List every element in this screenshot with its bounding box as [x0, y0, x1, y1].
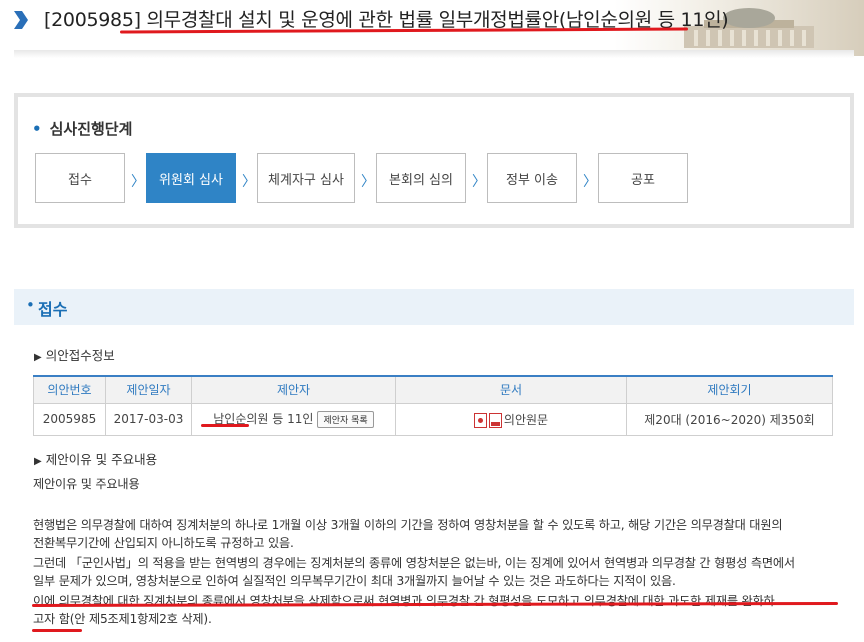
chevron-right-icon: 〉 [361, 174, 375, 190]
reason-line: 그런데 「군인사법」의 적용을 받는 현역병의 경우에는 징계처분의 종류에 영… [33, 556, 795, 570]
page-header: [2005985] 의무경찰대 설치 및 운영에 관한 법률 일부개정법률안(남… [0, 0, 864, 58]
col-session: 제안회기 [626, 375, 833, 404]
proposer-cell: 남인순의원 등 11인 제안자 목록 [191, 402, 396, 436]
session-cell: 제20대 (2016~2020) 제350회 [626, 402, 833, 436]
section-header: • 접수 [14, 289, 854, 325]
reason-line: 현행법은 의무경찰에 대하여 징계처분의 하나로 1개월 이상 3개월 이하의 … [33, 518, 783, 532]
bill-no-cell: 2005985 [33, 402, 106, 436]
col-bill-no: 의안번호 [33, 375, 106, 404]
table-row: 2005985 2017-03-03 남인순의원 등 11인 제안자 목록 의안원… [33, 402, 833, 436]
stage-step-committee-review[interactable]: 위원회 심사 [146, 153, 236, 203]
reason-line: 일부 문제가 있으며, 영창처분으로 인하여 실질적인 의무복무기간이 최대 3… [33, 574, 676, 588]
proposer-highlight-underline [201, 424, 249, 427]
receipt-info-label: ▶ 의안접수정보 [34, 348, 115, 363]
stage-panel-title: • 심사진행단계 [32, 120, 133, 138]
col-document: 문서 [395, 375, 627, 404]
document-link[interactable]: 의안원문 [504, 413, 548, 427]
pdf-file-icon[interactable] [488, 412, 502, 428]
reason-line: 고자 함(안 제5조제1항제2호 삭제). [33, 612, 212, 626]
chevron-right-icon: 〉 [583, 174, 597, 190]
stage-step-promulgation[interactable]: 공포 [598, 153, 688, 203]
col-date: 제안일자 [105, 375, 192, 404]
reason-label: ▶ 제안이유 및 주요내용 [34, 452, 158, 467]
review-stage-panel: • 심사진행단계 접수 〉 위원회 심사 〉 체계자구 심사 〉 본회의 심의 〉… [14, 93, 854, 228]
receipt-info-table: 의안번호 제안일자 제안자 문서 제안회기 2005985 2017-03-03… [33, 375, 833, 436]
reason-line: 전환복무기간에 산입되지 아니하도록 규정하고 있음. [33, 536, 294, 550]
chevron-right-icon: 〉 [472, 174, 486, 190]
date-cell: 2017-03-03 [105, 402, 192, 436]
document-cell: 의안원문 [395, 402, 627, 436]
section-title: 접수 [38, 300, 68, 319]
hwp-file-icon[interactable] [473, 412, 487, 428]
reason-heading: 제안이유 및 주요내용 [33, 477, 140, 491]
header-divider [14, 50, 854, 58]
chevron-right-icon: 〉 [242, 174, 256, 190]
reason-highlight-underline-2 [32, 629, 82, 632]
stage-step-plenary[interactable]: 본회의 심의 [376, 153, 466, 203]
stage-step-received[interactable]: 접수 [35, 153, 125, 203]
col-proposer: 제안자 [191, 375, 396, 404]
chevron-right-icon: 〉 [131, 174, 145, 190]
bullet-icon: • [26, 296, 35, 314]
stage-step-gov-transfer[interactable]: 정부 이송 [487, 153, 577, 203]
chevron-right-icon [14, 11, 28, 29]
stage-step-legal-review[interactable]: 체계자구 심사 [257, 153, 355, 203]
proposer-list-button[interactable]: 제안자 목록 [317, 411, 374, 428]
